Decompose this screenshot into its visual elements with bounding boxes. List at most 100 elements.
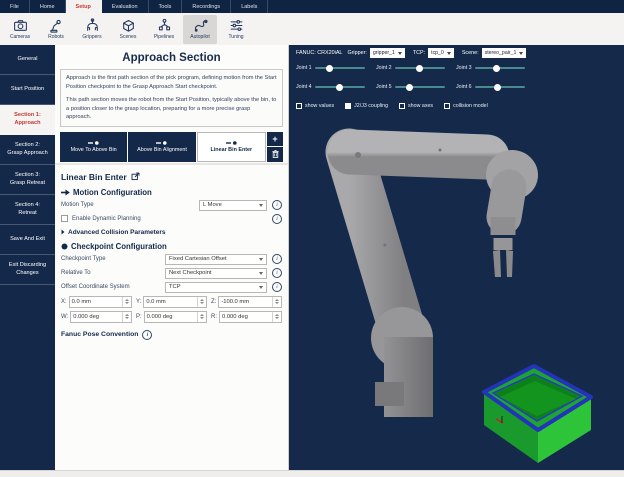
joint-slider[interactable] [395, 67, 445, 69]
menu-tab[interactable]: Tools [149, 0, 183, 13]
slider-thumb[interactable] [336, 84, 343, 91]
sidebar-item[interactable]: Exit Discarding Changes [0, 255, 55, 285]
rotation-spinner[interactable]: 0.000 deg [70, 311, 132, 323]
joint-slider-row: Joint 4 [296, 84, 374, 90]
viewport-selector: TCP: tcp_0 [413, 48, 454, 58]
position-spinner[interactable]: -100.0 mm [218, 296, 282, 308]
menu-tab[interactable]: Setup [66, 0, 102, 13]
info-icon[interactable]: i [272, 282, 282, 292]
menu-tab[interactable]: Recordings [182, 0, 231, 13]
selector-dropdown[interactable]: gripper_1 [370, 48, 405, 58]
add-checkpoint-label: + [272, 134, 277, 144]
config-select[interactable]: Next Checkpoint [165, 268, 267, 279]
ribbon-button[interactable]: Robots [39, 15, 73, 44]
joint-slider-row: Joint 1 [296, 65, 374, 71]
sidebar-item-label: Section 1: Approach [14, 112, 41, 127]
option-label: collision model [453, 103, 488, 109]
ribbon-button[interactable]: Scenes [111, 15, 145, 44]
approach-section-panel: Approach Section Approach is the first p… [55, 45, 289, 470]
sidebar-item[interactable]: Section 3: Grasp Retreat [0, 165, 55, 195]
sidebar-item[interactable]: Save And Exit [0, 225, 55, 255]
spinner-arrows[interactable] [272, 312, 281, 322]
info-icon[interactable]: i [272, 268, 282, 278]
selector-dropdown[interactable]: tcp_0 [428, 48, 454, 58]
checkpoint-tab[interactable]: Move To Above Bin [60, 132, 127, 162]
spinner-arrows[interactable] [197, 312, 206, 322]
motion-type-select[interactable]: L Move [199, 200, 267, 211]
position-spinner[interactable]: 0.0 mm [143, 296, 207, 308]
viewport-option: collision model [444, 103, 488, 109]
menu-bar: FileHomeSetupEvaluationToolsRecordings La… [0, 0, 624, 13]
option-label: show values [305, 103, 334, 109]
slider-thumb[interactable] [493, 65, 500, 72]
checkpoint-tab[interactable]: Above Bin Alignment [128, 132, 195, 162]
ribbon-button[interactable]: Cameras [3, 15, 37, 44]
menu-tab-label: Labels [241, 4, 257, 10]
info-icon[interactable]: i [272, 214, 282, 224]
advanced-collision-expander[interactable]: Advanced Collision Parameters [61, 229, 282, 236]
sidebar-item[interactable]: Section 1: Approach [0, 105, 55, 135]
slider-thumb[interactable] [494, 84, 501, 91]
info-icon[interactable]: i [272, 254, 282, 264]
config-select[interactable]: TCP [165, 282, 267, 293]
checkpoint-tab-label: Above Bin Alignment [137, 147, 187, 153]
spin-down-icon [200, 302, 204, 304]
edit-external-icon[interactable] [131, 172, 140, 181]
ribbon-button-label: Grippers [82, 34, 101, 40]
joint-label: Joint 3 [456, 65, 472, 71]
selector-dropdown[interactable]: stereo_pair_1 [482, 48, 527, 58]
ribbon-button[interactable]: Autopilot [183, 15, 217, 44]
section-description: Approach is the first path section of th… [60, 69, 283, 127]
config-select[interactable]: Fixed Cartesian Offset [165, 254, 267, 265]
joint-slider[interactable] [475, 67, 525, 69]
menu-tab[interactable]: Evaluation [102, 0, 149, 13]
checkpoint-tab-label: Linear Bin Enter [211, 147, 253, 153]
ribbon-button[interactable]: Tuning [219, 15, 253, 44]
spinner-arrows[interactable] [122, 297, 131, 307]
ribbon-button[interactable]: Pipelines [147, 15, 181, 44]
slider-thumb[interactable] [416, 65, 423, 72]
robot-3d-viewport[interactable]: FANUC: CRX20iAL Gripper: gripper_1 TCP: … [290, 45, 624, 470]
slider-thumb[interactable] [326, 65, 333, 72]
ribbon-button[interactable]: Grippers [75, 15, 109, 44]
joint-slider[interactable] [315, 86, 365, 88]
spinner-arrows[interactable] [122, 312, 131, 322]
sidebar-item[interactable]: Section 4: Retreat [0, 195, 55, 225]
position-value: 0.0 mm [144, 297, 197, 307]
menu-tab[interactable]: Home [30, 0, 66, 13]
viewport-selector: Scene: stereo_pair_1 [462, 48, 527, 58]
option-checkbox[interactable] [444, 103, 450, 109]
dot-icon [61, 243, 68, 250]
position-spinner[interactable]: 0.0 mm [69, 296, 132, 308]
joint-slider[interactable] [475, 86, 525, 88]
sidebar-item[interactable]: General [0, 45, 55, 75]
slider-thumb[interactable] [406, 84, 413, 91]
joint-slider[interactable] [395, 86, 445, 88]
option-checkbox[interactable] [399, 103, 405, 109]
rotation-spinner[interactable]: 0.000 deg [144, 311, 207, 323]
chevron-down-icon [398, 52, 402, 55]
spinner-arrows[interactable] [197, 297, 206, 307]
checkpoint-tab[interactable]: Linear Bin Enter [197, 132, 266, 162]
sidebar-item[interactable]: Section 2: Grasp Approach [0, 135, 55, 165]
sidebar-item[interactable]: Start Position [0, 75, 55, 105]
pose-convention-label: Fanuc Pose Convention [61, 331, 138, 338]
cube-icon [121, 18, 136, 33]
dynamic-planning-row: Enable Dynamic Planning i [61, 214, 282, 224]
info-icon[interactable]: i [142, 330, 152, 340]
config-row-label: Checkpoint Type [61, 256, 165, 262]
spinner-arrows[interactable] [272, 297, 281, 307]
menu-tab[interactable]: File [0, 0, 30, 13]
info-icon[interactable]: i [272, 200, 282, 210]
dynamic-planning-checkbox[interactable] [61, 215, 68, 222]
delete-checkpoint-button[interactable] [267, 147, 283, 162]
option-label: J2/J3 coupling [354, 103, 388, 109]
joint-slider[interactable] [315, 67, 365, 69]
add-checkpoint-button[interactable]: + [267, 132, 283, 147]
menu-tab[interactable]: Labels [231, 0, 268, 13]
rotation-spinner[interactable]: 0.000 deg [219, 311, 282, 323]
arrow-right-icon [61, 189, 70, 196]
option-checkbox[interactable] [296, 103, 302, 109]
bin-model [484, 366, 591, 463]
option-checkbox[interactable] [345, 103, 351, 109]
